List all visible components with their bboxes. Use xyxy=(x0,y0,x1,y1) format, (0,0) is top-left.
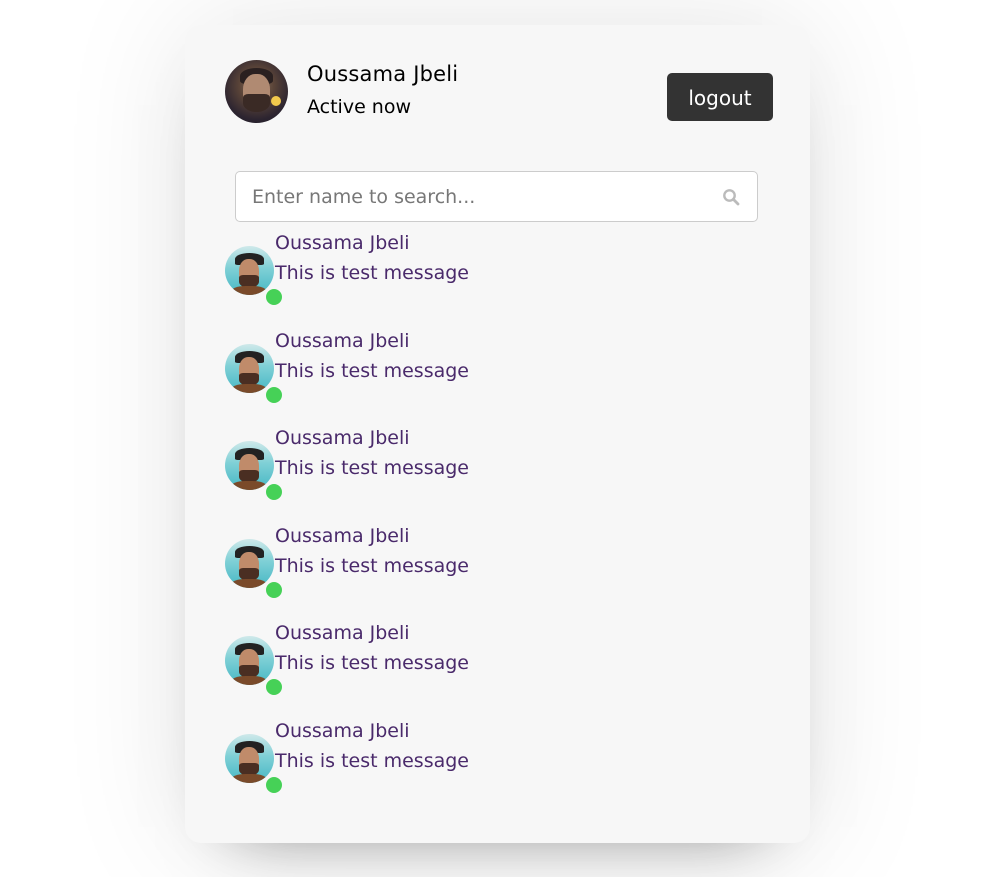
search-icon[interactable] xyxy=(722,188,740,206)
search-bar xyxy=(235,171,758,222)
user-name: Oussama Jbeli xyxy=(275,524,410,547)
online-status-dot xyxy=(264,482,284,503)
user-avatar xyxy=(225,246,274,295)
online-status-dot xyxy=(264,384,284,405)
user-name: Oussama Jbeli xyxy=(275,232,410,254)
user-name: Oussama Jbeli xyxy=(275,427,410,450)
last-message: This is test message xyxy=(275,359,469,382)
user-list-item[interactable]: Oussama Jbeli This is test message xyxy=(225,230,773,328)
user-list-item[interactable]: Oussama Jbeli This is test message xyxy=(225,425,773,523)
online-status-dot xyxy=(264,774,284,795)
last-message: This is test message xyxy=(275,457,469,480)
user-list-item[interactable]: Oussama Jbeli This is test message xyxy=(225,620,773,718)
online-status-dot xyxy=(264,579,284,600)
user-list-item[interactable]: Oussama Jbeli This is test message xyxy=(225,523,773,621)
search-input[interactable] xyxy=(236,172,696,221)
user-list-item[interactable]: Oussama Jbeli This is test message xyxy=(225,328,773,426)
profile-name: Oussama Jbeli xyxy=(307,62,459,86)
users-list: Oussama Jbeli This is test message Oussama… xyxy=(225,230,773,816)
last-message: This is test message xyxy=(275,652,469,675)
user-avatar xyxy=(225,343,274,393)
chat-users-panel: Oussama Jbeli Active now logout Oussama … xyxy=(185,25,810,843)
profile-status: Active now xyxy=(307,96,412,118)
user-name: Oussama Jbeli xyxy=(275,622,410,645)
logout-button[interactable]: logout xyxy=(667,73,773,121)
user-list-item[interactable]: Oussama Jbeli This is test message xyxy=(225,718,773,816)
user-avatar xyxy=(225,733,274,783)
profile-header: Oussama Jbeli Active now logout xyxy=(225,60,773,124)
user-avatar xyxy=(225,636,274,686)
profile-avatar xyxy=(225,60,288,123)
user-name: Oussama Jbeli xyxy=(275,719,410,742)
user-avatar xyxy=(225,441,274,491)
online-status-dot xyxy=(264,287,284,307)
online-status-dot xyxy=(264,677,284,698)
user-avatar xyxy=(225,538,274,588)
user-name: Oussama Jbeli xyxy=(275,329,410,352)
last-message: This is test message xyxy=(275,554,469,577)
last-message: This is test message xyxy=(275,749,469,772)
last-message: This is test message xyxy=(275,262,469,284)
